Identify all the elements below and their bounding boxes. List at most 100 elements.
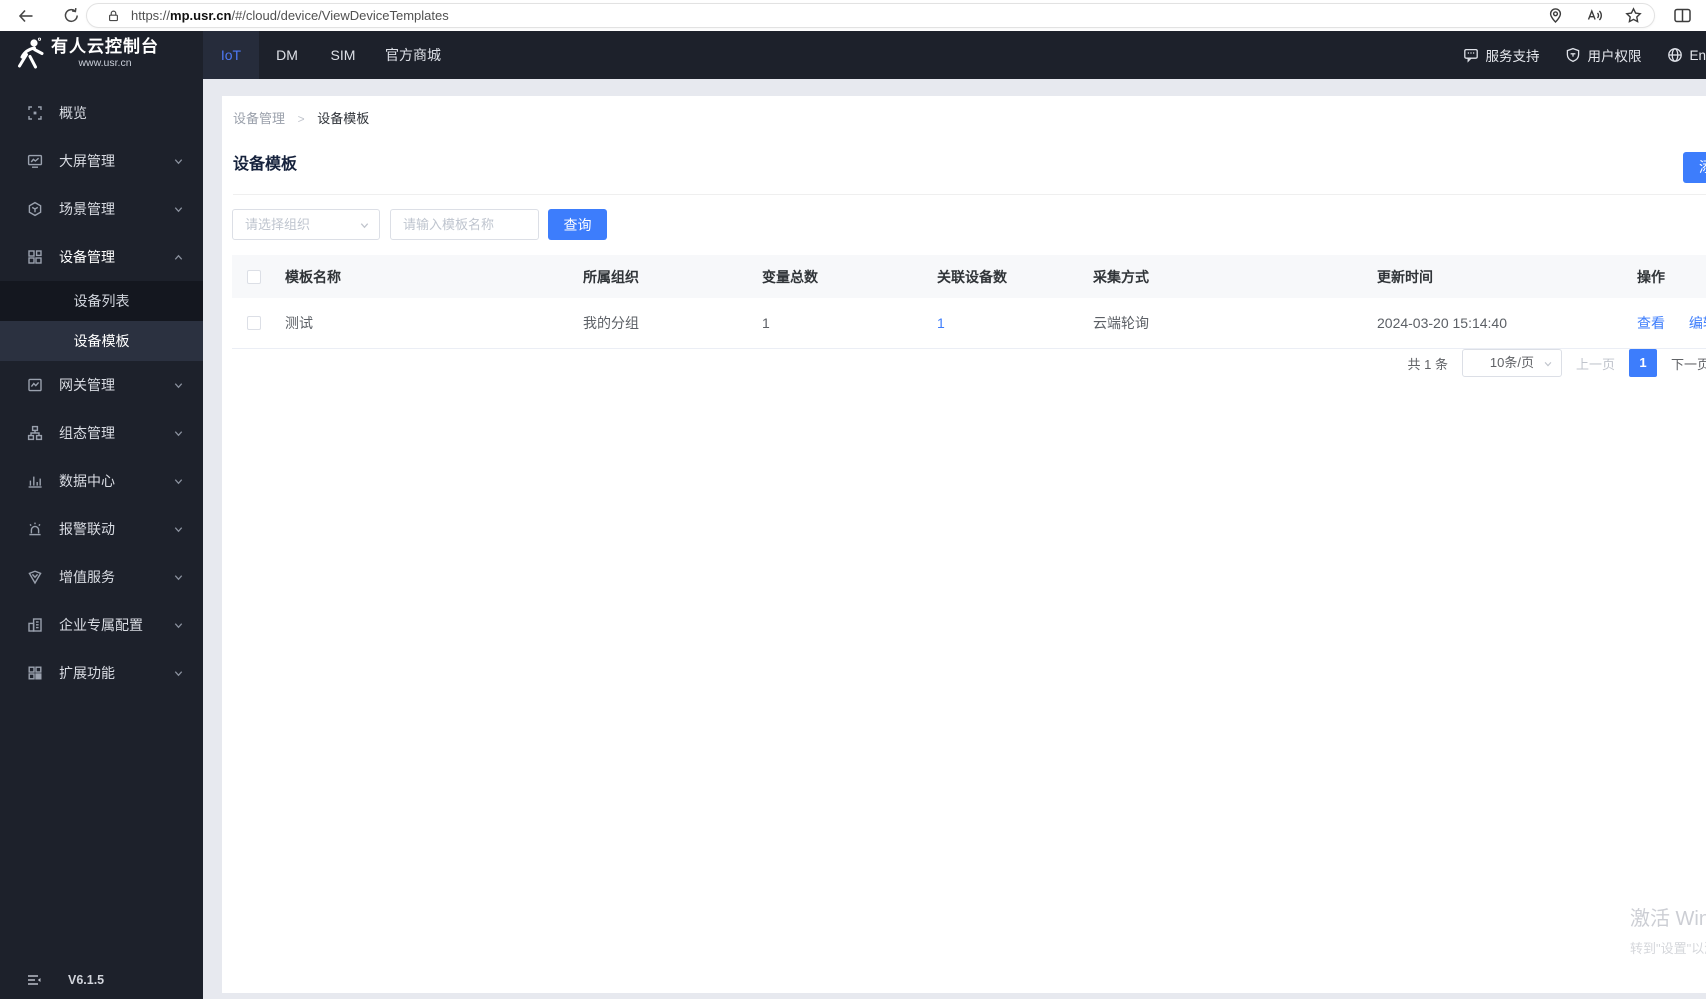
chevron-down-icon: [174, 431, 183, 437]
split-screen-icon[interactable]: [1673, 6, 1692, 25]
shield-icon: [1567, 47, 1580, 63]
url-path: /#/cloud/device/ViewDeviceTemplates: [231, 8, 449, 23]
brand[interactable]: 有人云控制台 www.usr.cn: [13, 37, 159, 73]
sidebar-item-overview[interactable]: 概览: [0, 89, 203, 137]
col-header-name: 模板名称: [285, 268, 341, 285]
col-header-linked-devices: 关联设备数: [937, 268, 1007, 285]
col-header-updated-at: 更新时间: [1377, 268, 1433, 285]
template-name-input[interactable]: [390, 209, 539, 240]
sidebar-item-gateway-mgmt[interactable]: 网关管理: [0, 361, 203, 409]
url-host: mp.usr.cn: [170, 8, 232, 23]
permissions-label: 用户权限: [1587, 49, 1642, 64]
watermark-line1: 激活 Windows: [1630, 908, 1706, 930]
sidebar-item-value-added[interactable]: 增值服务: [0, 553, 203, 601]
table-header-row: 模板名称 所属组织 变量总数 关联设备数 采集方式 更新时间 操作: [232, 255, 1706, 298]
page-size-select[interactable]: 10条/页: [1461, 349, 1562, 377]
device-icon: [28, 250, 42, 264]
location-pin-icon[interactable]: [1547, 7, 1564, 24]
page-title: 设备模板: [233, 156, 298, 173]
breadcrumb-current: 设备模板: [317, 111, 370, 126]
sidebar-item-config-mgmt[interactable]: 组态管理: [0, 409, 203, 457]
sidebar-item-scene-mgmt[interactable]: 场景管理: [0, 185, 203, 233]
filter-bar: 请选择组织 查询: [232, 209, 607, 240]
linked-devices-link[interactable]: 1: [937, 315, 945, 331]
chevron-down-icon: [174, 527, 183, 533]
support-label: 服务支持: [1485, 49, 1540, 64]
sidebar-item-label: 设备管理: [59, 249, 115, 265]
read-aloud-icon[interactable]: [1586, 7, 1603, 24]
chevron-down-icon: [174, 383, 183, 389]
tab-iot[interactable]: IoT: [203, 31, 259, 79]
sidebar-item-enterprise-config[interactable]: 企业专属配置: [0, 601, 203, 649]
cell-variable-total: 1: [762, 315, 770, 331]
url-text: https://mp.usr.cn/#/cloud/device/ViewDev…: [131, 8, 1525, 23]
sidebar-item-label: 组态管理: [59, 425, 115, 441]
tab-sim[interactable]: SIM: [315, 31, 371, 79]
prev-page-button[interactable]: 上一页: [1576, 354, 1615, 373]
chevron-down-icon: [1544, 361, 1552, 367]
topology-icon: [27, 425, 43, 441]
url-scheme: https://: [131, 8, 171, 23]
sidebar-item-data-center[interactable]: 数据中心: [0, 457, 203, 505]
alarm-icon: [29, 522, 41, 536]
support-link[interactable]: 服务支持: [1463, 45, 1539, 65]
row-checkbox[interactable]: [247, 316, 261, 330]
sidebar: 概览 大屏管理 场景管理 设备管理 设备列表 设备模板 网关管理 组态管理 数据…: [0, 79, 203, 999]
pagination: 共 1 条 10条/页 上一页 1 下一页: [232, 349, 1706, 377]
select-all-checkbox[interactable]: [247, 269, 261, 284]
watermark-line2: 转到"设置"以激活 Windows。: [1630, 941, 1706, 956]
main-area: 设备管理 > 设备模板 设备模板 添加模板 请选择组织 查询 模板名称 所属: [203, 79, 1706, 999]
sidebar-item-label: 场景管理: [59, 201, 115, 217]
breadcrumb-device-mgmt[interactable]: 设备管理: [233, 111, 285, 126]
tab-mall[interactable]: 官方商城: [371, 31, 455, 79]
app-window: https://mp.usr.cn/#/cloud/device/ViewDev…: [0, 0, 1706, 999]
sidebar-item-screen-mgmt[interactable]: 大屏管理: [0, 137, 203, 185]
chevron-down-icon: [174, 623, 183, 629]
search-button[interactable]: 查询: [548, 209, 607, 240]
chevron-down-icon: [174, 479, 183, 485]
collapse-sidebar-icon[interactable]: [26, 972, 42, 988]
address-bar[interactable]: https://mp.usr.cn/#/cloud/device/ViewDev…: [86, 3, 1655, 28]
cell-template-name: 测试: [285, 315, 313, 331]
chevron-down-icon: [174, 159, 183, 165]
nav-right-links: 服务支持 用户权限 En: [1437, 31, 1706, 79]
activate-windows-watermark: 激活 Windows 转到"设置"以激活 Windows。: [1630, 902, 1706, 957]
nav-tabs: IoT DM SIM 官方商城: [203, 31, 455, 79]
col-header-variable-total: 变量总数: [762, 268, 818, 285]
view-action-link[interactable]: 查看: [1637, 315, 1665, 331]
usr-logo-icon: [18, 37, 44, 69]
app-version: V6.1.5: [68, 973, 105, 987]
sidebar-item-label: 扩展功能: [59, 665, 115, 681]
lock-icon: [109, 10, 118, 21]
sidebar-item-label: 网关管理: [59, 377, 115, 393]
permissions-link[interactable]: 用户权限: [1565, 45, 1641, 65]
pagination-total: 共 1 条: [1407, 356, 1448, 372]
add-template-button[interactable]: 添加模板: [1683, 152, 1706, 183]
back-icon[interactable]: [17, 7, 35, 25]
brand-subtitle: www.usr.cn: [78, 57, 132, 69]
gateway-icon: [28, 378, 42, 392]
cell-org: 我的分组: [583, 315, 639, 331]
sidebar-item-label: 大屏管理: [59, 153, 115, 169]
col-header-org: 所属组织: [583, 268, 639, 285]
col-header-actions: 操作: [1637, 268, 1665, 285]
extension-icon: [28, 666, 42, 680]
next-page-button[interactable]: 下一页: [1671, 354, 1706, 373]
org-select[interactable]: 请选择组织: [232, 209, 380, 240]
language-link[interactable]: En: [1667, 47, 1706, 63]
page-number-1[interactable]: 1: [1628, 349, 1657, 377]
sidebar-item-extensions[interactable]: 扩展功能: [0, 649, 203, 697]
sidebar-item-alarm-linkage[interactable]: 报警联动: [0, 505, 203, 553]
cell-collect-method: 云端轮询: [1093, 315, 1149, 331]
breadcrumb: 设备管理 > 设备模板: [233, 108, 369, 127]
favorites-star-icon[interactable]: [1625, 7, 1642, 24]
refresh-icon[interactable]: [63, 7, 80, 24]
sidebar-item-device-mgmt[interactable]: 设备管理: [0, 233, 203, 281]
tab-dm[interactable]: DM: [259, 31, 315, 79]
sidebar-subitem-device-list[interactable]: 设备列表: [0, 281, 203, 321]
page-size-value: 10条/页: [1489, 355, 1534, 370]
language-label: En: [1689, 47, 1706, 63]
edit-action-link[interactable]: 编辑: [1689, 315, 1706, 331]
value-service-icon: [28, 570, 42, 585]
sidebar-subitem-device-templates[interactable]: 设备模板: [0, 321, 203, 361]
